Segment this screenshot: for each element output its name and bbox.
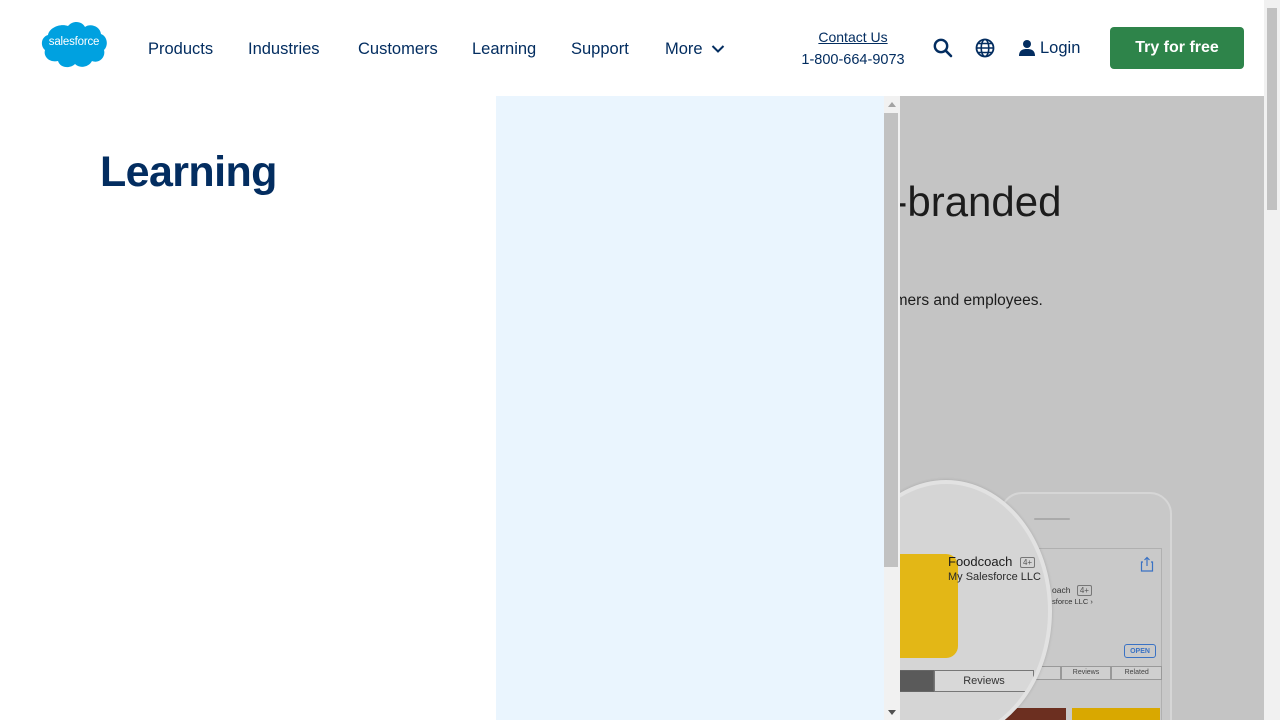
share-icon <box>1140 556 1154 572</box>
nav-support[interactable]: Support <box>571 37 629 61</box>
hero-subtext: omers and employees. <box>900 292 1043 309</box>
app-tab-selected <box>900 670 934 692</box>
nav-more[interactable]: More <box>665 37 725 61</box>
foodcoach-app-icon <box>900 554 958 658</box>
search-button[interactable] <box>932 37 954 59</box>
app-developer: My Salesforce LLC <box>948 571 1041 583</box>
app-tab-reviews: Reviews <box>934 670 1034 692</box>
small-app-name-text: oach <box>1052 585 1071 595</box>
scroll-up-arrow-icon[interactable] <box>888 102 896 107</box>
mega-menu-left-panel: Learning <box>0 96 496 720</box>
menu-scrollbar-thumb[interactable] <box>884 113 898 567</box>
salesforce-logo[interactable]: salesforce <box>40 20 108 68</box>
small-developer: sforce LLC › <box>1052 597 1093 606</box>
nav-learning[interactable]: Learning <box>472 37 536 61</box>
app-name-text: Foodcoach <box>948 554 1013 569</box>
app-thumbnail <box>1072 708 1160 720</box>
contact-block: Contact Us 1-800-664-9073 <box>790 28 916 69</box>
mega-menu-content-panel <box>496 96 884 720</box>
login-button[interactable]: Login <box>1018 36 1080 60</box>
page: salesforce Products Industries Customers… <box>0 0 1280 720</box>
small-open-button: OPEN <box>1124 644 1156 658</box>
nav-products[interactable]: Products <box>148 37 213 61</box>
phone-number[interactable]: 1-800-664-9073 <box>790 51 916 69</box>
app-tabs: Reviews <box>900 670 1048 692</box>
user-icon <box>1019 40 1035 56</box>
small-age-badge: 4+ <box>1076 585 1092 597</box>
dimmed-page-overlay[interactable]: n-branded omers and employees. oach 4+ s… <box>900 96 1264 720</box>
menu-scrollbar[interactable] <box>884 96 900 720</box>
small-app-name: oach 4+ <box>1052 585 1092 597</box>
try-for-free-button[interactable]: Try for free <box>1110 27 1244 69</box>
menu-title: Learning <box>100 148 277 196</box>
hero-heading: n-branded <box>900 178 1062 225</box>
chevron-down-icon <box>711 45 724 53</box>
page-scrollbar-thumb[interactable] <box>1267 8 1277 210</box>
nav-more-label: More <box>665 40 703 58</box>
login-label: Login <box>1040 39 1081 57</box>
globe-icon <box>975 38 995 58</box>
page-scrollbar[interactable] <box>1264 0 1280 720</box>
small-tab-related: Related <box>1111 666 1163 680</box>
nav-industries[interactable]: Industries <box>248 37 320 61</box>
search-icon <box>933 38 953 58</box>
contact-us-link[interactable]: Contact Us <box>790 28 916 46</box>
small-tab-reviews: Reviews <box>1060 666 1112 680</box>
language-button[interactable] <box>974 37 996 59</box>
logo-text: salesforce <box>48 36 100 48</box>
global-header: salesforce Products Industries Customers… <box>0 0 1264 96</box>
app-name: Foodcoach 4+ <box>948 554 1036 569</box>
scroll-down-arrow-icon[interactable] <box>888 710 896 715</box>
nav-customers[interactable]: Customers <box>358 37 438 61</box>
age-rating-badge: 4+ <box>1019 557 1036 569</box>
phone-speaker <box>1034 518 1070 520</box>
